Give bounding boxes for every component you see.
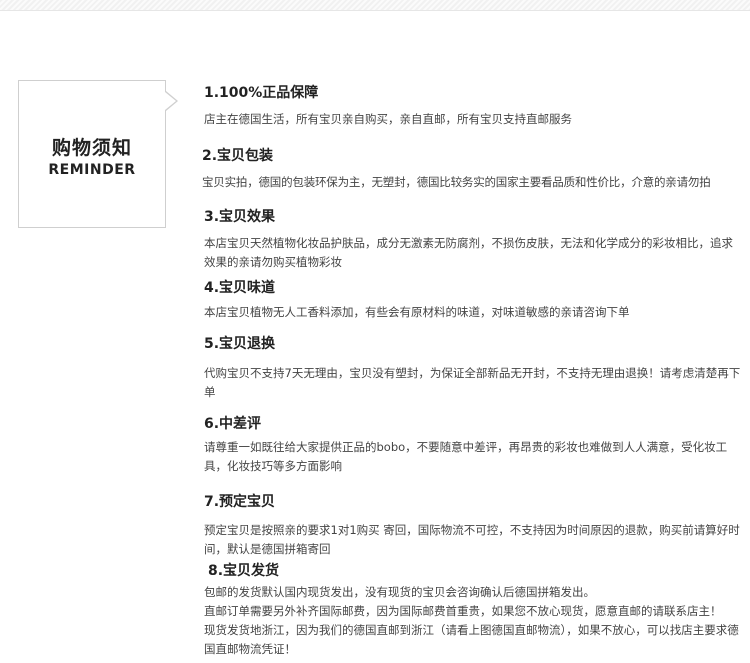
notice-section-effect: 3.宝贝效果 本店宝贝天然植物化妆品护肤品，成分无激素无防腐剂，不损伤皮肤，无法… bbox=[204, 208, 744, 272]
section-title: 6.中差评 bbox=[204, 416, 262, 432]
section-title: 7.预定宝贝 bbox=[204, 494, 276, 510]
callout-arrow-fill bbox=[165, 92, 176, 110]
section-body: 本店宝贝植物无人工香料添加，有些会有原材料的味道，对味道敏感的亲请咨询下单 bbox=[204, 303, 744, 322]
notice-section-packaging: 2.宝贝包装 宝贝实拍，德国的包装环保为主，无塑封，德国比较务实的国家主要看品质… bbox=[202, 147, 746, 192]
section-line: 本店宝贝天然植物化妆品护肤品，成分无激素无防腐剂，不损伤皮肤，无法和化学成分的彩… bbox=[204, 236, 733, 269]
section-line: 直邮订单需要另外补齐国际邮费，因为国际邮费首重贵，如果您不放心现货，愿意直邮的请… bbox=[204, 604, 722, 618]
section-body: 本店宝贝天然植物化妆品护肤品，成分无激素无防腐剂，不损伤皮肤，无法和化学成分的彩… bbox=[204, 234, 744, 272]
section-line: 本店宝贝植物无人工香料添加，有些会有原材料的味道，对味道敏感的亲请咨询下单 bbox=[204, 305, 630, 319]
section-title: 5.宝贝退换 bbox=[204, 336, 276, 352]
reminder-label-box: 购物须知 REMINDER bbox=[18, 80, 178, 228]
section-title: 4.宝贝味道 bbox=[204, 280, 276, 296]
notice-section-reviews: 6.中差评 请尊重一如既往给大家提供正品的bobo，不要随意中差评，再昂贵的彩妆… bbox=[204, 415, 744, 476]
section-line: 店主在德国生活，所有宝贝亲自购买，亲自直邮，所有宝贝支持直邮服务 bbox=[204, 112, 572, 126]
notice-section-returns: 5.宝贝退换 代购宝贝不支持7天无理由，宝贝没有塑封，为保证全部新品无开封，不支… bbox=[204, 335, 744, 402]
notice-section-scent: 4.宝贝味道 本店宝贝植物无人工香料添加，有些会有原材料的味道，对味道敏感的亲请… bbox=[204, 279, 744, 322]
section-body: 预定宝贝是按照亲的要求1对1购买 寄回，国际物流不可控，不支持因为时间原因的退款… bbox=[204, 521, 744, 559]
section-title: 2.宝贝包装 bbox=[202, 148, 274, 164]
section-line: 预定宝贝是按照亲的要求1对1购买 寄回，国际物流不可控，不支持因为时间原因的退款… bbox=[204, 523, 740, 556]
section-body: 店主在德国生活，所有宝贝亲自购买，亲自直邮，所有宝贝支持直邮服务 bbox=[204, 110, 744, 129]
section-body: 代购宝贝不支持7天无理由，宝贝没有塑封，为保证全部新品无开封，不支持无理由退换！… bbox=[204, 364, 744, 402]
reminder-title-en: REMINDER bbox=[48, 162, 136, 178]
section-body: 宝贝实拍，德国的包装环保为主，无塑封，德国比较务实的国家主要看品质和性价比，介意… bbox=[202, 173, 746, 192]
section-title: 3.宝贝效果 bbox=[204, 209, 276, 225]
section-line: 包邮的发货默认国内现货发出，没有现货的宝贝会咨询确认后德国拼箱发出。 bbox=[204, 585, 595, 599]
section-body: 请尊重一如既往给大家提供正品的bobo，不要随意中差评，再昂贵的彩妆也难做到人人… bbox=[204, 438, 744, 476]
notice-section-preorder: 7.预定宝贝 预定宝贝是按照亲的要求1对1购买 寄回，国际物流不可控，不支持因为… bbox=[204, 493, 744, 559]
section-body: 包邮的发货默认国内现货发出，没有现货的宝贝会咨询确认后德国拼箱发出。 直邮订单需… bbox=[204, 583, 746, 659]
reminder-title-cn: 购物须知 bbox=[51, 137, 132, 159]
section-line: 宝贝实拍，德国的包装环保为主，无塑封，德国比较务实的国家主要看品质和性价比，介意… bbox=[202, 175, 711, 189]
notice-section-shipping: 8.宝贝发货 包邮的发货默认国内现货发出，没有现货的宝贝会咨询确认后德国拼箱发出… bbox=[204, 562, 746, 659]
section-line: 现货发货地浙江，因为我们的德国直邮到浙江（请看上图德国直邮物流），如果不放心，可… bbox=[204, 623, 739, 656]
notice-section-authenticity: 1.100%正品保障 店主在德国生活，所有宝贝亲自购买，亲自直邮，所有宝贝支持直… bbox=[204, 84, 744, 129]
section-line: 请尊重一如既往给大家提供正品的bobo，不要随意中差评，再昂贵的彩妆也难做到人人… bbox=[204, 440, 728, 473]
section-line: 代购宝贝不支持7天无理由，宝贝没有塑封，为保证全部新品无开封，不支持无理由退换！… bbox=[204, 366, 741, 399]
top-divider-strip bbox=[0, 0, 750, 11]
section-title: 1.100%正品保障 bbox=[204, 85, 319, 101]
section-title: 8.宝贝发货 bbox=[208, 563, 280, 579]
